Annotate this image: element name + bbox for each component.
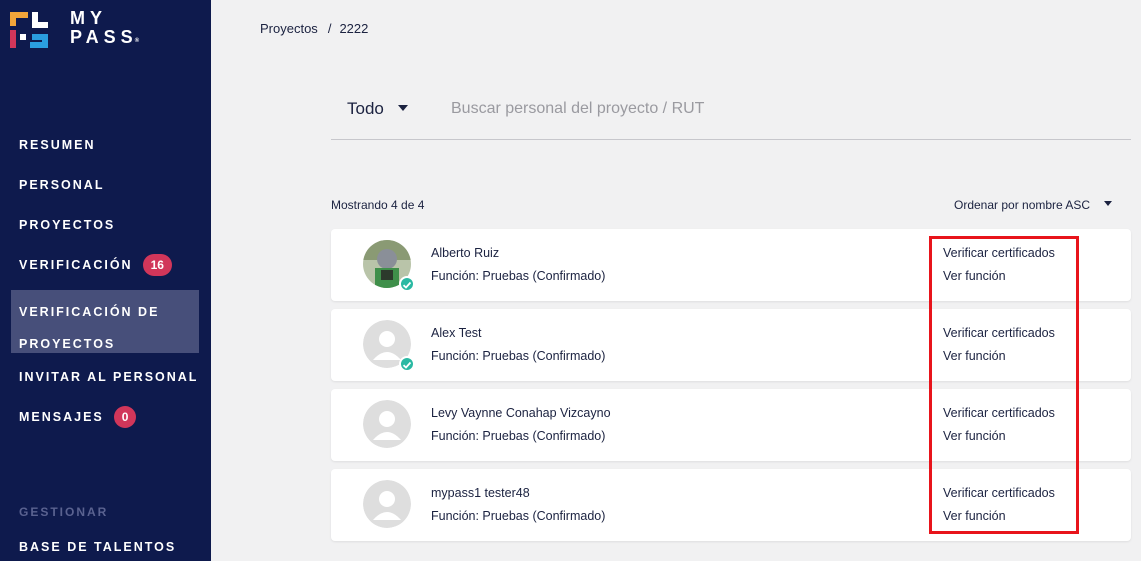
sort-dropdown[interactable]: Ordenar por nombre ASC [954,198,1113,212]
person-name: Levy Vaynne Conahap Vizcayno [431,406,611,420]
person-card: mypass1 tester48 Función: Pruebas (Confi… [331,469,1131,541]
breadcrumb-separator: / [327,21,332,36]
breadcrumb-current: 2222 [339,21,369,36]
filter-bar: Todo [331,90,1131,140]
sidebar-item-resumen[interactable]: RESUMEN [19,138,96,152]
person-name: mypass1 tester48 [431,486,530,500]
verified-check-icon [399,276,415,292]
verify-certificates-link[interactable]: Verificar certificados [943,486,1055,500]
chevron-down-icon [397,104,408,111]
verify-certificates-link[interactable]: Verificar certificados [943,246,1055,260]
verify-certificates-link[interactable]: Verificar certificados [943,326,1055,340]
person-card: Alberto Ruiz Función: Pruebas (Confirmad… [331,229,1131,301]
sidebar-item-mensajes[interactable]: MENSAJES 0 [19,406,137,428]
person-name: Alex Test [431,326,482,340]
results-count: Mostrando 4 de 4 [331,198,425,212]
brand-name: MY PASS® [70,8,140,47]
person-role: Función: Pruebas (Confirmado) [431,269,606,283]
sidebar-item-label-verificacion-proyectos[interactable]: VERIFICACIÓN DE PROYECTOS [19,296,189,360]
person-role: Función: Pruebas (Confirmado) [431,509,606,523]
mensajes-count-badge: 0 [113,406,137,428]
section-label-gestionar: GESTIONAR [19,505,109,519]
avatar-placeholder-icon [363,480,411,528]
view-role-link[interactable]: Ver función [943,269,1006,283]
sidebar-item-verificacion[interactable]: VERIFICACIÓN 16 [19,254,172,276]
breadcrumb: Proyectos / 2222 [260,21,368,36]
view-role-link[interactable]: Ver función [943,429,1006,443]
sidebar-item-personal[interactable]: PERSONAL [19,178,104,192]
sidebar-item-proyectos[interactable]: PROYECTOS [19,218,115,232]
breadcrumb-parent[interactable]: Proyectos [260,21,318,36]
sidebar-item-base-talentos[interactable]: BASE DE TALENTOS [19,540,176,554]
person-role: Función: Pruebas (Confirmado) [431,349,606,363]
avatar-placeholder-icon [363,400,411,448]
view-role-link[interactable]: Ver función [943,349,1006,363]
mypass-logo-icon[interactable] [10,12,50,48]
search-input[interactable] [451,96,1091,122]
person-card: Levy Vaynne Conahap Vizcayno Función: Pr… [331,389,1131,461]
person-card: Alex Test Función: Pruebas (Confirmado) … [331,309,1131,381]
verified-check-icon [399,356,415,372]
verificacion-count-badge: 16 [142,254,172,276]
sidebar-item-invitar[interactable]: INVITAR AL PERSONAL [19,370,198,384]
chevron-down-icon [1104,201,1113,207]
filter-dropdown[interactable]: Todo [347,99,408,119]
sidebar: MY PASS® RESUMEN PERSONAL PROYECTOS VERI… [0,0,211,561]
person-role: Función: Pruebas (Confirmado) [431,429,606,443]
view-role-link[interactable]: Ver función [943,509,1006,523]
person-name: Alberto Ruiz [431,246,500,260]
verify-certificates-link[interactable]: Verificar certificados [943,406,1055,420]
